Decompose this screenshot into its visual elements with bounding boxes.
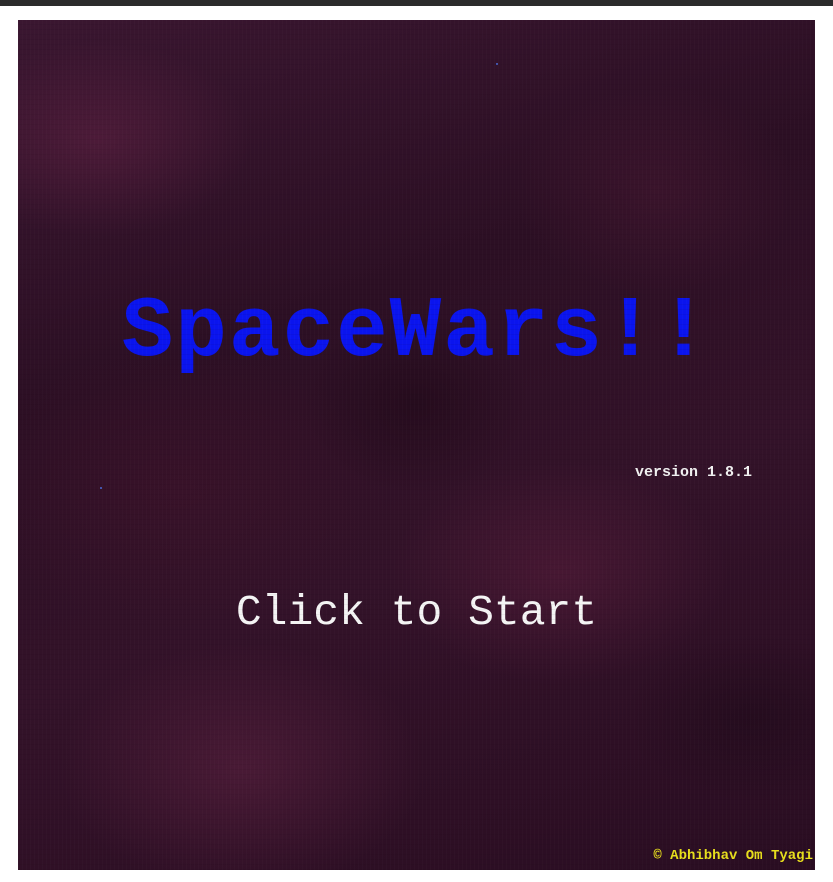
copyright-credit: © Abhibhav Om Tyagi	[653, 848, 813, 864]
window-top-bar	[0, 0, 833, 6]
version-label: version 1.8.1	[634, 464, 752, 481]
star-dot	[496, 63, 498, 65]
game-title: SpaceWars!!	[121, 283, 712, 381]
game-canvas[interactable]: SpaceWars!! version 1.8.1 Click to Start…	[18, 20, 815, 870]
click-to-start-button[interactable]: Click to Start	[18, 586, 815, 640]
star-dot	[100, 487, 102, 489]
